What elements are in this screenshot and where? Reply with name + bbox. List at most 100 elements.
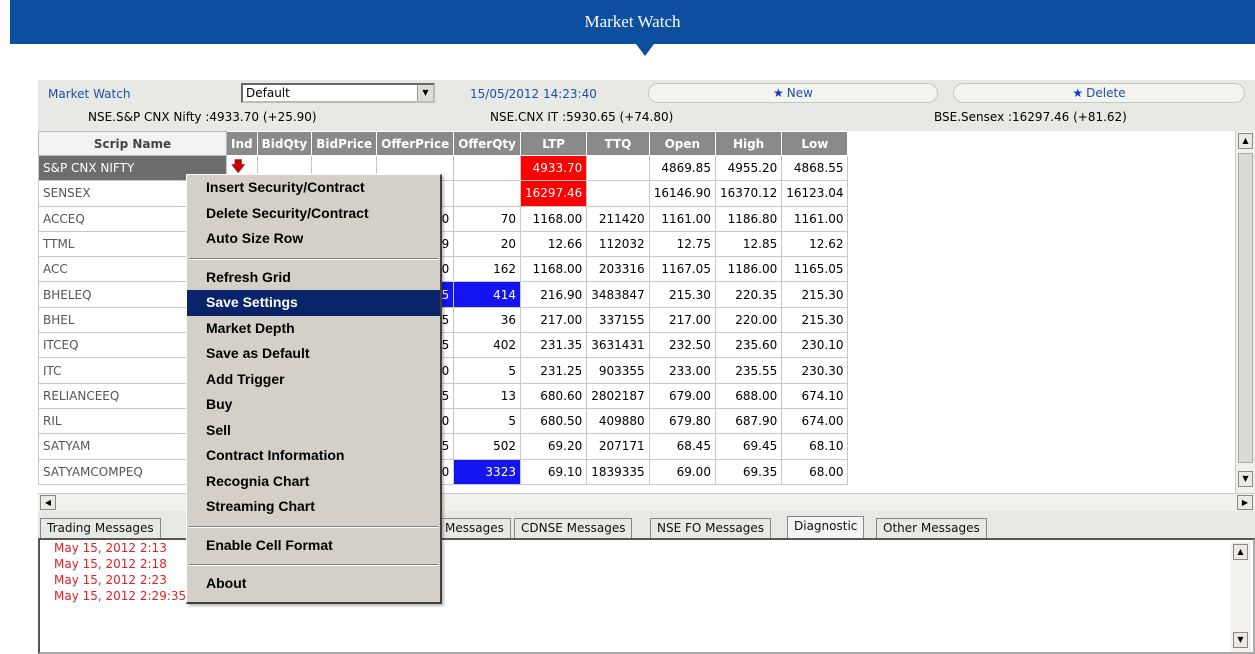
cell-ttq[interactable]: 3483847 [586,281,650,308]
cell-low[interactable]: 1165.05 [781,256,849,283]
cell-offerqty[interactable]: 414 [453,281,521,308]
column-header-open[interactable]: Open [648,131,716,156]
cell-low[interactable]: 1161.00 [781,205,849,232]
cell-open[interactable]: 1167.05 [648,256,716,283]
cell-ltp[interactable]: 680.50 [519,407,588,435]
column-header-bidprice[interactable]: BidPrice [311,131,378,156]
cell-high[interactable]: 69.45 [714,433,783,460]
table-row[interactable]: SATYAM69.2550269.2020717168.4569.4568.10 [38,433,849,460]
tab-nse-fo-messages[interactable]: NSE FO Messages [650,518,771,538]
cell-low[interactable]: 230.30 [781,357,849,384]
cell-ttq[interactable]: 112032 [586,230,650,258]
menu-item-insert-security-contract[interactable]: Insert Security/Contract [187,175,440,201]
cell-ttq[interactable] [586,180,650,207]
menu-item-save-as-default[interactable]: Save as Default [187,341,440,367]
cell-open[interactable]: 233.00 [648,357,716,384]
cell-high[interactable]: 220.00 [714,306,783,334]
column-header-bidqty[interactable]: BidQty [256,131,313,156]
menu-item-market-depth[interactable]: Market Depth [187,316,440,342]
cell-open[interactable]: 679.00 [648,382,716,409]
cell-offerqty[interactable]: 70 [453,205,521,232]
cell-high[interactable]: 220.35 [714,281,783,308]
scroll-thumb[interactable] [1238,153,1253,463]
dropdown-arrow-icon[interactable]: ▼ [417,85,433,101]
new-button[interactable]: ★ New [648,83,938,103]
table-row[interactable]: ITC31.405231.25903355233.00235.55230.30 [38,357,849,384]
cell-open[interactable]: 4869.85 [648,154,716,182]
cell-open[interactable]: 232.50 [648,332,716,359]
cell-ttq[interactable]: 2802187 [586,382,650,409]
cell-ltp[interactable]: 231.35 [519,332,588,359]
cell-low[interactable]: 16123.04 [781,180,849,207]
cell-offerqty[interactable] [453,154,521,182]
table-row[interactable]: SENSEX 16297.46 16146.90 16370.12 16123.04 [38,180,849,207]
cell-ltp[interactable]: 69.10 [519,458,588,485]
table-row[interactable]: SATYAMCOMPEQ69.20332369.10183933569.0069… [38,458,849,485]
cell-ttq[interactable]: 3631431 [586,332,650,359]
cell-ltp[interactable]: 680.60 [519,382,588,409]
tab-messages[interactable]: Messages [438,518,511,538]
cell-low[interactable]: 4868.55 [781,154,849,182]
cell-ltp[interactable]: 216.90 [519,281,588,308]
cell-ltp[interactable]: 4933.70 [519,154,588,182]
menu-item-streaming-chart[interactable]: Streaming Chart [187,494,440,520]
table-row[interactable]: TTML12.692012.6611203212.7512.8512.62 [38,230,849,258]
watchlist-select[interactable]: Default ▼ [241,83,435,103]
column-header-ltp[interactable]: LTP [519,131,588,156]
column-header-scrip[interactable]: Scrip Name [38,131,227,156]
cell-offerqty[interactable]: 5 [453,407,521,435]
tab-trading-messages[interactable]: Trading Messages [40,518,161,538]
scroll-left-icon[interactable]: ◀ [40,495,56,510]
cell-high[interactable]: 1186.80 [714,205,783,232]
column-header-offerprice[interactable]: OfferPrice [376,131,455,156]
column-header-low[interactable]: Low [781,131,849,156]
cell-open[interactable]: 217.00 [648,306,716,334]
cell-low[interactable]: 68.10 [781,433,849,460]
cell-ttq[interactable]: 211420 [586,205,650,232]
table-row[interactable]: RELIANCEEQ30.6513680.602802187679.00688.… [38,382,849,409]
grid-vertical-scrollbar[interactable]: ▲ ▼ [1235,131,1255,493]
cell-high[interactable]: 12.85 [714,230,783,258]
cell-high[interactable]: 4955.20 [714,154,783,182]
cell-low[interactable]: 12.62 [781,230,849,258]
table-row[interactable]: BHEL17.0536217.00337155217.00220.00215.3… [38,306,849,334]
cell-open[interactable]: 215.30 [648,281,716,308]
cell-ttq[interactable]: 337155 [586,306,650,334]
cell-ttq[interactable]: 207171 [586,433,650,460]
table-row[interactable]: ITCEQ31.35402231.353631431232.50235.6023… [38,332,849,359]
cell-ltp[interactable]: 1168.00 [519,256,588,283]
cell-ttq[interactable]: 409880 [586,407,650,435]
column-header-offerqty[interactable]: OfferQty [453,131,521,156]
log-scrollbar[interactable]: ▲ ▼ [1231,542,1251,652]
menu-item-about[interactable]: About [187,571,440,597]
cell-ltp[interactable]: 12.66 [519,230,588,258]
menu-item-auto-size-row[interactable]: Auto Size Row [187,226,440,252]
column-header-high[interactable]: High [714,131,783,156]
log-scroll-up-icon[interactable]: ▲ [1233,544,1248,560]
cell-ltp[interactable]: 69.20 [519,433,588,460]
scroll-down-icon[interactable]: ▼ [1238,471,1253,487]
table-row[interactable]: BHELEQ16.95414216.903483847215.30220.352… [38,281,849,308]
cell-low[interactable]: 674.00 [781,407,849,435]
cell-high[interactable]: 688.00 [714,382,783,409]
cell-open[interactable]: 12.75 [648,230,716,258]
scroll-right-icon[interactable]: ▶ [1237,495,1253,510]
cell-high[interactable]: 235.60 [714,332,783,359]
cell-offerqty[interactable]: 402 [453,332,521,359]
column-header-ind[interactable]: Ind [226,131,258,156]
cell-high[interactable]: 16370.12 [714,180,783,207]
tab-other-messages[interactable]: Other Messages [876,518,987,538]
cell-low[interactable]: 215.30 [781,306,849,334]
cell-open[interactable]: 69.00 [648,458,716,485]
cell-ltp[interactable]: 1168.00 [519,205,588,232]
cell-ttq[interactable]: 203316 [586,256,650,283]
menu-item-enable-cell-format[interactable]: Enable Cell Format [187,533,440,559]
menu-item-buy[interactable]: Buy [187,392,440,418]
cell-offerqty[interactable]: 20 [453,230,521,258]
cell-offerqty[interactable]: 162 [453,256,521,283]
cell-offerqty[interactable]: 3323 [453,458,521,485]
cell-high[interactable]: 235.55 [714,357,783,384]
tab-cdnse-messages[interactable]: CDNSE Messages [514,518,633,538]
log-scroll-down-icon[interactable]: ▼ [1233,632,1248,648]
table-row[interactable]: ACCEQ68.00701168.002114201161.001186.801… [38,205,849,232]
